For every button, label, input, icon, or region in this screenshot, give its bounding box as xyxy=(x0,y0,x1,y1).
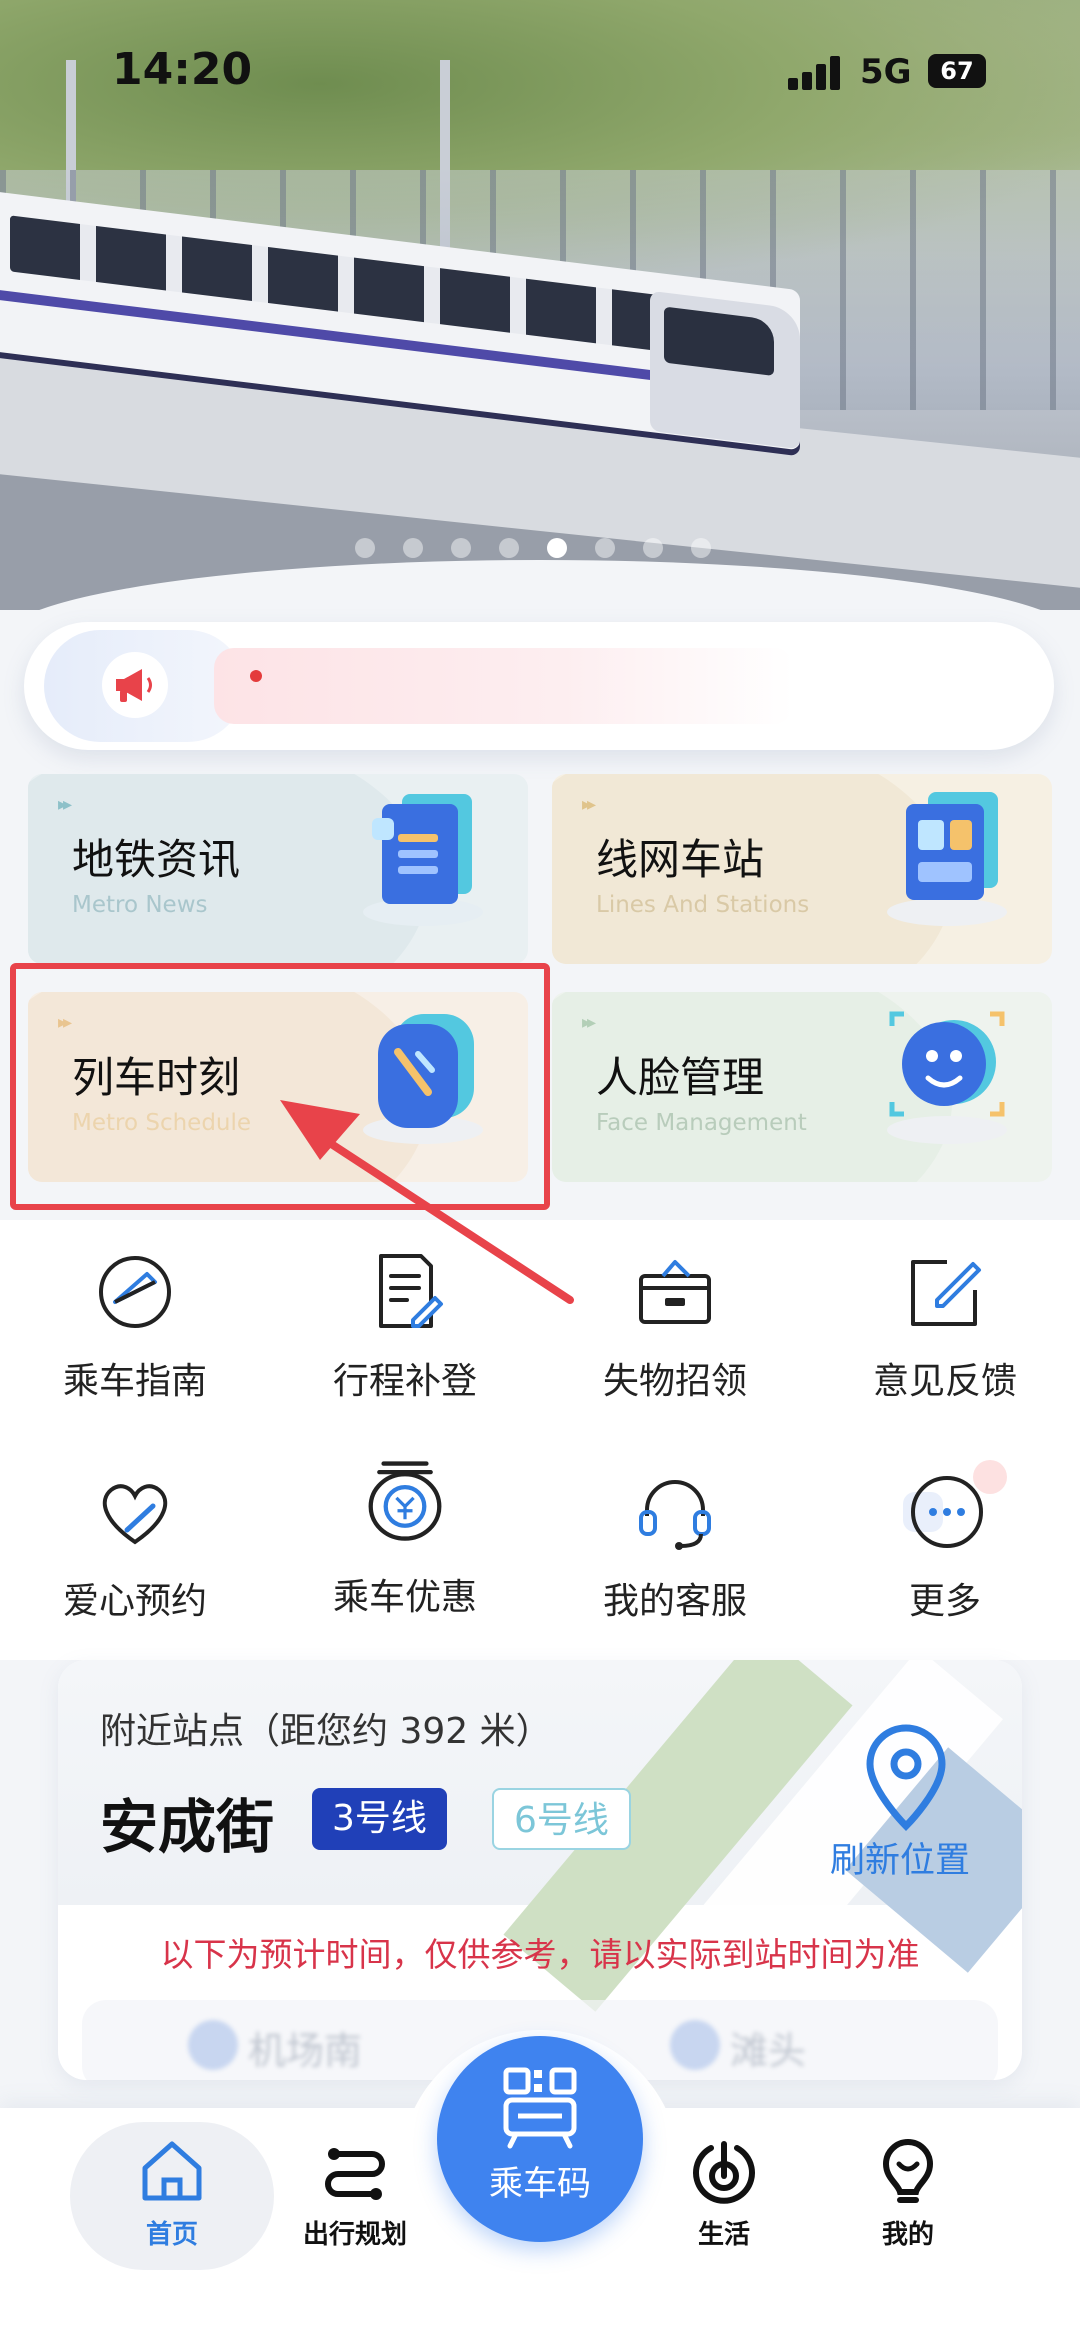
tab-trip-plan[interactable]: 出行规划 xyxy=(265,2136,445,2276)
tile-title: 人脸管理 xyxy=(596,1053,765,1102)
tile-arrows: ▸▸ xyxy=(582,794,596,815)
tab-label: 出行规划 xyxy=(302,2220,407,2250)
life-icon xyxy=(693,2141,755,2204)
compass-icon xyxy=(99,1256,171,1328)
tab-life[interactable]: 生活 xyxy=(634,2136,814,2276)
train-front xyxy=(650,290,800,450)
tile-subtitle: Metro News xyxy=(72,892,208,918)
next-station-icon xyxy=(188,2020,238,2070)
carousel-dot-active[interactable] xyxy=(547,538,567,558)
tab-label: 我的 xyxy=(881,2220,934,2250)
menu-label: 乘车指南 xyxy=(62,1361,207,1402)
tab-mine[interactable]: 我的 xyxy=(818,2136,998,2276)
news-icon xyxy=(363,794,483,926)
tile-title: 线网车站 xyxy=(596,835,765,884)
box-icon xyxy=(639,1260,711,1324)
next-station-name: 滩头 xyxy=(730,2029,807,2073)
menu-feedback[interactable]: 意见反馈 xyxy=(835,1250,1055,1402)
announcement-bar[interactable] xyxy=(24,622,1054,750)
menu-customer-service[interactable]: 我的客服 xyxy=(565,1470,785,1622)
face-icon xyxy=(887,1011,1007,1144)
station-icon xyxy=(887,792,1007,926)
status-time: 14:20 xyxy=(112,44,253,95)
menu-label: 爱心预约 xyxy=(62,1581,207,1622)
tab-label: 生活 xyxy=(697,2220,750,2250)
tab-home[interactable]: 首页 xyxy=(82,2136,262,2276)
home-icon xyxy=(142,2141,202,2201)
carousel-dot[interactable] xyxy=(691,538,711,558)
nearby-station-card: 附近站点（距您约 392 米） 安成街 3号线 6号线 刷新位置 以下为预计时间… xyxy=(58,1660,1022,2080)
carousel-dots xyxy=(355,538,711,558)
menu-ride-discount[interactable]: 乘车优惠 xyxy=(295,1450,515,1618)
next-station-name: 机场南 xyxy=(248,2029,363,2073)
signal-icon xyxy=(788,56,848,90)
carousel-dot[interactable] xyxy=(403,538,423,558)
menu-label: 意见反馈 xyxy=(872,1361,1017,1402)
train-windshield xyxy=(664,306,774,377)
menu-label: 我的客服 xyxy=(602,1581,747,1622)
menu-label: 失物招领 xyxy=(602,1361,747,1402)
menu-label: 更多 xyxy=(908,1581,981,1622)
tile-subtitle: Face Management xyxy=(596,1110,807,1136)
profile-icon xyxy=(882,2138,934,2203)
ride-code-label: 乘车码 xyxy=(489,2164,591,2204)
carousel-dot[interactable] xyxy=(595,538,615,558)
line-badge-3[interactable]: 3号线 xyxy=(312,1788,447,1850)
ride-code-button[interactable]: 乘车码 xyxy=(437,2036,643,2242)
next-station-icon xyxy=(670,2020,720,2070)
menu-care-booking[interactable]: 爱心预约 xyxy=(25,1470,245,1622)
carousel-dot[interactable] xyxy=(451,538,471,558)
announcement-dot xyxy=(250,670,262,682)
battery-icon: 67 xyxy=(928,54,986,88)
arrival-disclaimer: 以下为预计时间，仅供参考，请以实际到站时间为准 xyxy=(160,1935,920,1974)
menu-label: 行程补登 xyxy=(332,1361,477,1402)
yen-coin-icon xyxy=(368,1461,442,1541)
tile-lines-stations[interactable]: ▸▸ 线网车站 Lines And Stations xyxy=(552,774,1052,964)
tab-label: 首页 xyxy=(145,2220,198,2250)
menu-lost-found[interactable]: 失物招领 xyxy=(565,1250,785,1402)
announcement-text-area[interactable] xyxy=(214,648,794,724)
nearby-title: 附近站点（距您约 392 米） xyxy=(100,1711,552,1752)
more-badge xyxy=(973,1460,1007,1494)
tile-face-management[interactable]: ▸▸ 人脸管理 Face Management xyxy=(552,992,1052,1182)
home-indicator xyxy=(0,2296,1080,2337)
tile-arrows: ▸▸ xyxy=(58,794,72,815)
menu-label: 乘车优惠 xyxy=(332,1577,477,1618)
station-name[interactable]: 安成街 xyxy=(100,1780,274,1864)
edit-square-icon xyxy=(911,1260,981,1326)
headset-icon xyxy=(639,1480,711,1550)
route-icon xyxy=(325,2148,385,2200)
megaphone-icon xyxy=(102,652,168,718)
qr-code-icon xyxy=(503,2067,577,2149)
network-type: 5G xyxy=(860,52,912,92)
tile-metro-news[interactable]: ▸▸ 地铁资讯 Metro News xyxy=(28,774,528,964)
menu-riding-guide[interactable]: 乘车指南 xyxy=(25,1250,245,1402)
refresh-location-button[interactable]: 刷新位置 xyxy=(830,1832,970,1883)
line-badge-6[interactable]: 6号线 xyxy=(492,1788,631,1850)
tile-subtitle: Lines And Stations xyxy=(596,892,810,918)
tile-arrows: ▸▸ xyxy=(582,1012,596,1033)
pointer-arrow-icon xyxy=(280,1100,574,1304)
tile-title: 地铁资讯 xyxy=(72,835,241,884)
location-pin-icon[interactable] xyxy=(856,1720,956,1836)
carousel-dot[interactable] xyxy=(499,538,519,558)
carousel-dot[interactable] xyxy=(355,538,375,558)
carousel-dot[interactable] xyxy=(643,538,663,558)
status-bar: 14:20 5G 67 xyxy=(0,38,1080,98)
heart-icon xyxy=(102,1484,168,1545)
menu-more[interactable]: 更多 xyxy=(835,1460,1055,1622)
